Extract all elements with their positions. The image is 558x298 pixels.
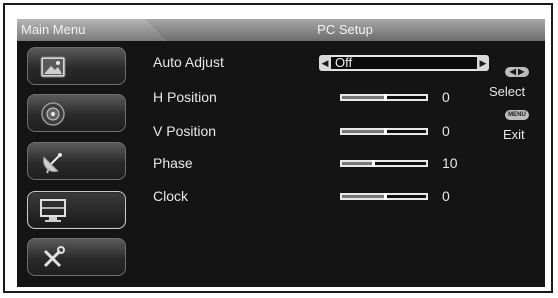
v-position-value: 0 bbox=[442, 123, 450, 139]
clock-slider[interactable] bbox=[340, 193, 428, 200]
auto-adjust-select[interactable]: ◀ Off ▶ bbox=[319, 55, 489, 71]
h-position-slider[interactable] bbox=[340, 94, 428, 101]
menu-key-icon: MENU bbox=[505, 110, 529, 120]
h-position-thumb[interactable] bbox=[384, 94, 387, 101]
title-bar: Main Menu PC Setup bbox=[17, 19, 545, 41]
sidebar-item-settings[interactable] bbox=[27, 238, 126, 276]
clock-label: Clock bbox=[153, 188, 189, 204]
satellite-icon bbox=[38, 147, 68, 177]
phase-label: Phase bbox=[153, 155, 193, 171]
sidebar-item-audio[interactable] bbox=[27, 94, 126, 132]
v-position-label: V Position bbox=[153, 123, 217, 139]
exit-help-label: Exit bbox=[503, 127, 525, 142]
h-position-fill bbox=[342, 96, 384, 99]
monitor-icon bbox=[38, 196, 68, 226]
picture-icon bbox=[38, 52, 68, 82]
clock-value: 0 bbox=[442, 188, 450, 204]
select-help-label: Select bbox=[489, 84, 526, 99]
speaker-icon bbox=[38, 99, 68, 129]
sidebar-item-pc-setup[interactable] bbox=[27, 191, 126, 229]
arrow-left-icon[interactable]: ◀ bbox=[319, 55, 331, 71]
v-position-fill bbox=[342, 130, 384, 133]
arrow-right-icon[interactable]: ▶ bbox=[477, 55, 489, 71]
h-position-value: 0 bbox=[442, 89, 450, 105]
phase-value: 10 bbox=[442, 155, 458, 171]
clock-fill bbox=[342, 195, 384, 198]
phase-fill bbox=[342, 162, 372, 165]
tools-icon bbox=[38, 243, 68, 273]
phase-thumb[interactable] bbox=[372, 160, 375, 167]
main-menu-tab[interactable]: Main Menu bbox=[17, 19, 167, 41]
osd-menu: Main Menu PC Setup Auto Adjust ◀ Off ▶ H… bbox=[17, 19, 545, 287]
v-position-slider[interactable] bbox=[340, 128, 428, 135]
auto-adjust-value: Off bbox=[335, 55, 353, 70]
clock-thumb[interactable] bbox=[384, 193, 387, 200]
page-title: PC Setup bbox=[145, 19, 545, 41]
sidebar-item-tv[interactable] bbox=[27, 142, 126, 180]
select-key-icon: ◀ ▶ bbox=[505, 67, 529, 77]
phase-slider[interactable] bbox=[340, 160, 428, 167]
auto-adjust-label: Auto Adjust bbox=[153, 54, 224, 70]
v-position-thumb[interactable] bbox=[384, 128, 387, 135]
h-position-label: H Position bbox=[153, 89, 217, 105]
sidebar-item-picture[interactable] bbox=[27, 47, 126, 85]
